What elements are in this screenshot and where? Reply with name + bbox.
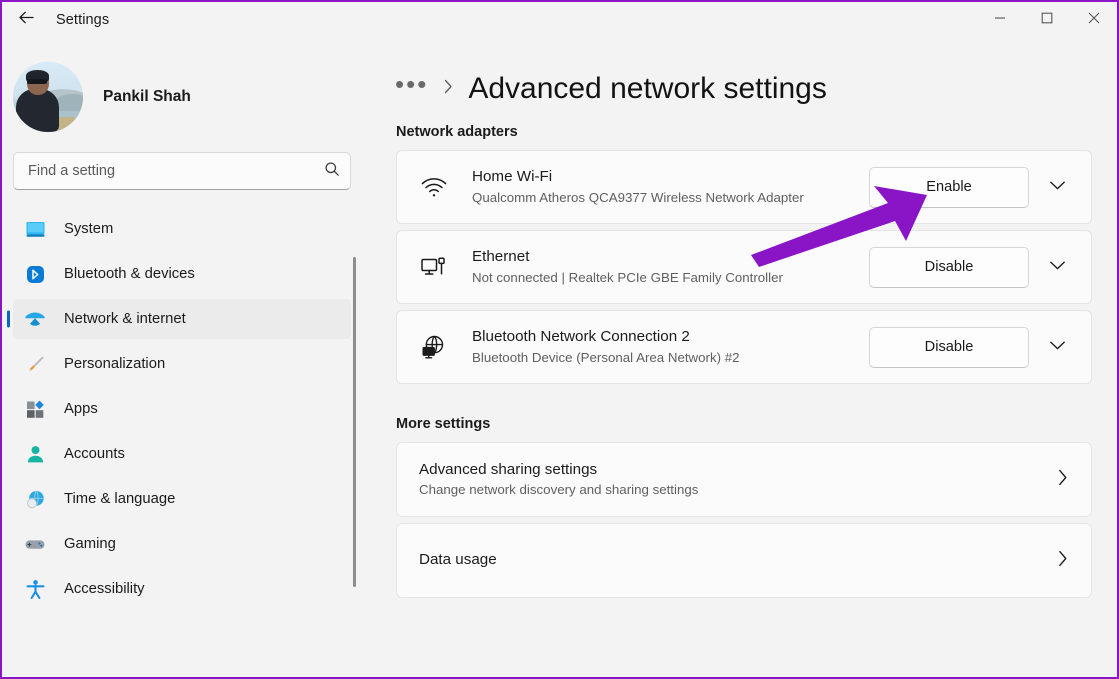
sidebar-item-label: Accounts (64, 446, 125, 462)
minimize-icon (994, 11, 1006, 29)
sidebar-item-label: Personalization (64, 356, 166, 372)
clock-globe-icon (22, 487, 48, 511)
sidebar-item-time-language[interactable]: Time & language (13, 479, 351, 519)
sidebar-item-label: Bluetooth & devices (64, 266, 195, 282)
minimize-button[interactable] (976, 2, 1023, 38)
sidebar-item-network-internet[interactable]: Network & internet (13, 299, 351, 339)
apps-icon (22, 397, 48, 421)
gamepad-icon (22, 532, 48, 556)
expand-adapter-button[interactable] (1035, 247, 1079, 287)
wifi-icon (417, 170, 451, 204)
search-icon[interactable] (324, 161, 340, 182)
enable-button[interactable]: Enable (869, 166, 1029, 208)
row-subtitle: Change network discovery and sharing set… (419, 482, 699, 498)
app-title: Settings (56, 12, 110, 28)
adapter-info: Bluetooth Network Connection 2 Bluetooth… (472, 327, 869, 367)
maximize-icon (1041, 11, 1053, 29)
sidebar: Pankil Shah System (2, 38, 362, 677)
adapter-card-bluetooth[interactable]: Bluetooth Network Connection 2 Bluetooth… (396, 310, 1092, 384)
chevron-right-icon (442, 78, 454, 100)
sidebar-item-label: Apps (64, 401, 98, 417)
chevron-right-icon (1056, 549, 1069, 573)
sidebar-item-label: System (64, 221, 114, 237)
adapter-name: Bluetooth Network Connection 2 (472, 328, 690, 346)
advanced-sharing-settings-row[interactable]: Advanced sharing settings Change network… (396, 442, 1092, 517)
sidebar-nav: System Bluetooth & devices Network & int… (2, 204, 362, 622)
profile-name: Pankil Shah (103, 88, 191, 105)
row-text: Advanced sharing settings Change network… (419, 460, 1056, 500)
adapter-info: Home Wi-Fi Qualcomm Atheros QCA9377 Wire… (472, 167, 869, 207)
search-box[interactable] (13, 152, 351, 190)
adapter-description: Qualcomm Atheros QCA9377 Wireless Networ… (472, 189, 804, 205)
sidebar-item-bluetooth-devices[interactable]: Bluetooth & devices (13, 254, 351, 294)
data-usage-row[interactable]: Data usage (396, 523, 1092, 598)
chevron-down-icon (1049, 178, 1066, 196)
adapter-description: Not connected | Realtek PCIe GBE Family … (472, 269, 783, 285)
sidebar-item-gaming[interactable]: Gaming (13, 524, 351, 564)
bluetooth-icon (22, 262, 48, 286)
adapter-card-ethernet[interactable]: Ethernet Not connected | Realtek PCIe GB… (396, 230, 1092, 304)
row-title: Data usage (419, 551, 497, 569)
back-arrow-icon (17, 8, 36, 32)
close-button[interactable] (1070, 2, 1117, 38)
network-wifi-icon (22, 307, 48, 331)
page-title: Advanced network settings (468, 72, 827, 105)
search-input[interactable] (28, 163, 324, 179)
row-title: Advanced sharing settings (419, 460, 598, 478)
row-text: Data usage (419, 550, 1056, 571)
sidebar-item-system[interactable]: System (13, 209, 351, 249)
section-label-adapters: Network adapters (396, 124, 518, 140)
avatar (13, 62, 83, 132)
sidebar-item-personalization[interactable]: Personalization (13, 344, 351, 384)
sidebar-item-accounts[interactable]: Accounts (13, 434, 351, 474)
breadcrumb-overflow-button[interactable]: ••• (395, 71, 428, 107)
breadcrumb: ••• Advanced network settings (362, 38, 1117, 110)
close-icon (1088, 11, 1100, 29)
disable-button[interactable]: Disable (869, 246, 1029, 288)
globe-network-icon (417, 330, 451, 364)
chevron-right-icon (1056, 468, 1069, 492)
ethernet-icon (417, 250, 451, 284)
adapter-description: Bluetooth Device (Personal Area Network)… (472, 349, 740, 365)
sidebar-item-label: Time & language (64, 491, 176, 507)
accessibility-icon (22, 577, 48, 601)
system-icon (22, 217, 48, 241)
section-label-more-settings: More settings (396, 416, 491, 432)
disable-button[interactable]: Disable (869, 326, 1029, 368)
chevron-down-icon (1049, 338, 1066, 356)
sidebar-item-label: Gaming (64, 536, 116, 552)
expand-adapter-button[interactable] (1035, 167, 1079, 207)
main-content: ••• Advanced network settings Network ad… (362, 38, 1117, 677)
sidebar-item-accessibility[interactable]: Accessibility (13, 569, 351, 609)
adapter-info: Ethernet Not connected | Realtek PCIe GB… (472, 247, 869, 287)
sidebar-scrollbar[interactable] (353, 257, 356, 587)
maximize-button[interactable] (1023, 2, 1070, 38)
window-controls (976, 2, 1117, 38)
paintbrush-icon (22, 352, 48, 376)
back-button[interactable] (8, 4, 44, 36)
adapter-card-wifi[interactable]: Home Wi-Fi Qualcomm Atheros QCA9377 Wire… (396, 150, 1092, 224)
accounts-icon (22, 442, 48, 466)
title-bar: Settings (2, 2, 1117, 38)
sidebar-item-label: Network & internet (64, 311, 186, 327)
adapter-name: Ethernet (472, 248, 530, 266)
user-profile[interactable]: Pankil Shah (2, 38, 362, 134)
settings-window: Settings Pankil Shah Find a setting Syst… (0, 0, 1119, 679)
sidebar-item-apps[interactable]: Apps (13, 389, 351, 429)
chevron-down-icon (1049, 258, 1066, 276)
adapter-name: Home Wi-Fi (472, 168, 553, 186)
sidebar-item-label: Accessibility (64, 581, 145, 597)
expand-adapter-button[interactable] (1035, 327, 1079, 367)
